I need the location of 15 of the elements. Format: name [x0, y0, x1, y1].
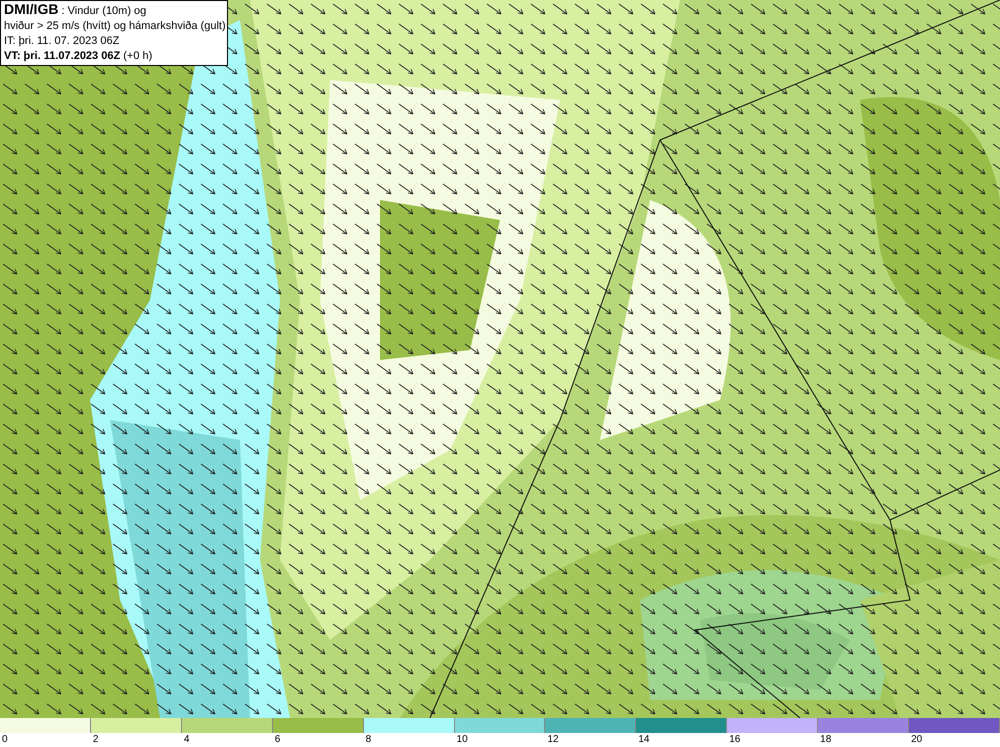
legend-tick-label: 18: [819, 733, 832, 747]
legend-tick-label: 10: [456, 733, 468, 747]
legend-tick-label: 14: [637, 733, 650, 747]
legend-tick-label: 4: [182, 733, 190, 747]
legend-tick-label: 2: [92, 733, 98, 747]
info-line: IT: þri. 11. 07. 2023 06Z: [4, 34, 120, 49]
legend-tick-label: 0: [1, 733, 8, 747]
legend-tick-label: 8: [364, 733, 372, 747]
info-line: VT: þri. 11.07.2023 06Z (+0 h): [4, 49, 154, 64]
legend-tick-label: 16: [728, 733, 740, 747]
legend-tick-label: 20: [910, 733, 922, 747]
legend-tick-label: 12: [546, 733, 559, 747]
info-line: DMI/IGB : Vindur (10m) og: [4, 2, 148, 19]
legend-tick-label: 6: [274, 733, 280, 747]
info-line: hviður > 25 m/s (hvítt) og hámarkshviða (gult): [4, 19, 224, 34]
